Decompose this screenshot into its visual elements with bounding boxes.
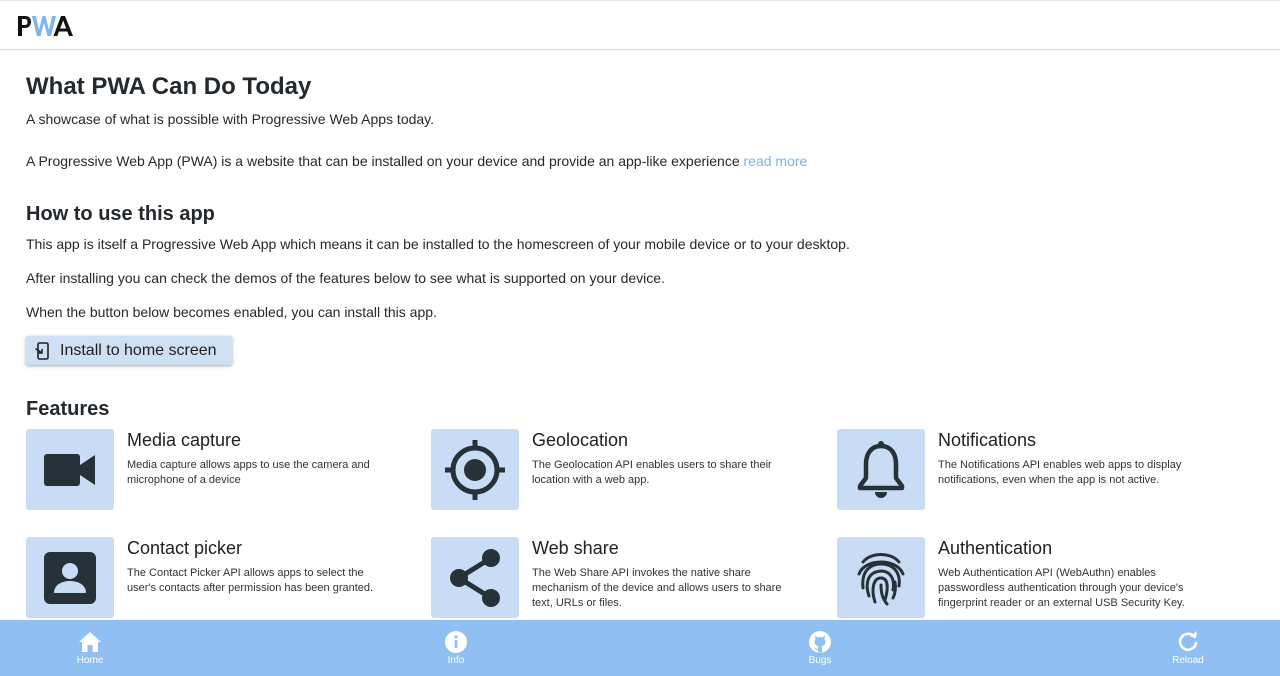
feature-geolocation[interactable]: Geolocation The Geolocation API enables … <box>431 429 811 511</box>
features-heading: Features <box>26 398 110 420</box>
bell-icon <box>857 440 905 498</box>
feature-tile <box>837 429 925 510</box>
howto-paragraph-1: This app is itself a Progressive Web App… <box>26 236 850 252</box>
feature-title: Authentication <box>938 538 1053 558</box>
pwa-logo[interactable] <box>17 14 77 38</box>
feature-description: The Notifications API enables web apps t… <box>938 459 1182 486</box>
feature-description: The Contact Picker API allows apps to se… <box>127 567 374 594</box>
feature-title: Contact picker <box>127 538 243 558</box>
page-subtitle: A showcase of what is possible with Prog… <box>26 111 435 127</box>
install-to-device-icon <box>35 341 51 360</box>
feature-web-share[interactable]: Web share The Web Share API invokes the … <box>431 537 811 619</box>
nav-label: Bugs <box>808 655 832 666</box>
feature-title: Media capture <box>127 430 242 450</box>
feature-contact-picker[interactable]: Contact picker The Contact Picker API al… <box>26 537 406 619</box>
nav-label: Home <box>76 655 104 666</box>
feature-description: The Geolocation API enables users to sha… <box>532 459 772 486</box>
nav-bugs[interactable]: Bugs <box>780 620 860 676</box>
contact-card-icon <box>44 551 96 604</box>
feature-tile <box>431 429 519 510</box>
nav-reload[interactable]: Reload <box>1148 620 1228 676</box>
share-icon <box>450 548 500 607</box>
app-header <box>0 0 1280 50</box>
home-icon <box>78 631 102 653</box>
feature-description: Web Authentication API (WebAuthn) enable… <box>938 567 1185 609</box>
feature-tile <box>26 537 114 618</box>
install-button-label: Install to home screen <box>60 341 217 359</box>
info-icon <box>445 631 467 653</box>
feature-notifications[interactable]: Notifications The Notifications API enab… <box>837 429 1217 511</box>
nav-label: Reload <box>1172 655 1204 666</box>
reload-icon <box>1177 631 1199 653</box>
howto-heading: How to use this app <box>26 203 215 225</box>
pwa-logo-mark <box>18 16 73 36</box>
feature-tile <box>837 537 925 618</box>
feature-authentication[interactable]: Authentication Web Authentication API (W… <box>837 537 1217 619</box>
feature-tile <box>431 537 519 618</box>
install-button[interactable]: Install to home screen <box>26 336 232 365</box>
intro-paragraph: A Progressive Web App (PWA) is a website… <box>26 153 807 169</box>
feature-media-capture[interactable]: Media capture Media capture allows apps … <box>26 429 406 511</box>
feature-tile <box>26 429 114 510</box>
feature-description: Media capture allows apps to use the cam… <box>127 459 370 486</box>
read-more-link[interactable]: read more <box>744 153 808 169</box>
feature-title: Geolocation <box>532 430 629 450</box>
feature-title: Web share <box>532 538 619 558</box>
video-camera-icon <box>44 453 95 486</box>
intro-text: A Progressive Web App (PWA) is a website… <box>26 153 740 169</box>
nav-info[interactable]: Info <box>416 620 496 676</box>
nav-label: Info <box>447 655 465 666</box>
feature-title: Notifications <box>938 430 1037 450</box>
bottom-navigation: Home Info Bugs Reload <box>0 620 1280 676</box>
feature-description: The Web Share API invokes the native sha… <box>532 567 782 609</box>
howto-paragraph-3: When the button below becomes enabled, y… <box>26 304 437 320</box>
github-icon <box>809 631 831 653</box>
page-title: What PWA Can Do Today <box>26 73 312 100</box>
fingerprint-icon <box>857 552 905 605</box>
nav-home[interactable]: Home <box>50 620 130 676</box>
location-target-icon <box>445 439 505 500</box>
howto-paragraph-2: After installing you can check the demos… <box>26 270 665 286</box>
